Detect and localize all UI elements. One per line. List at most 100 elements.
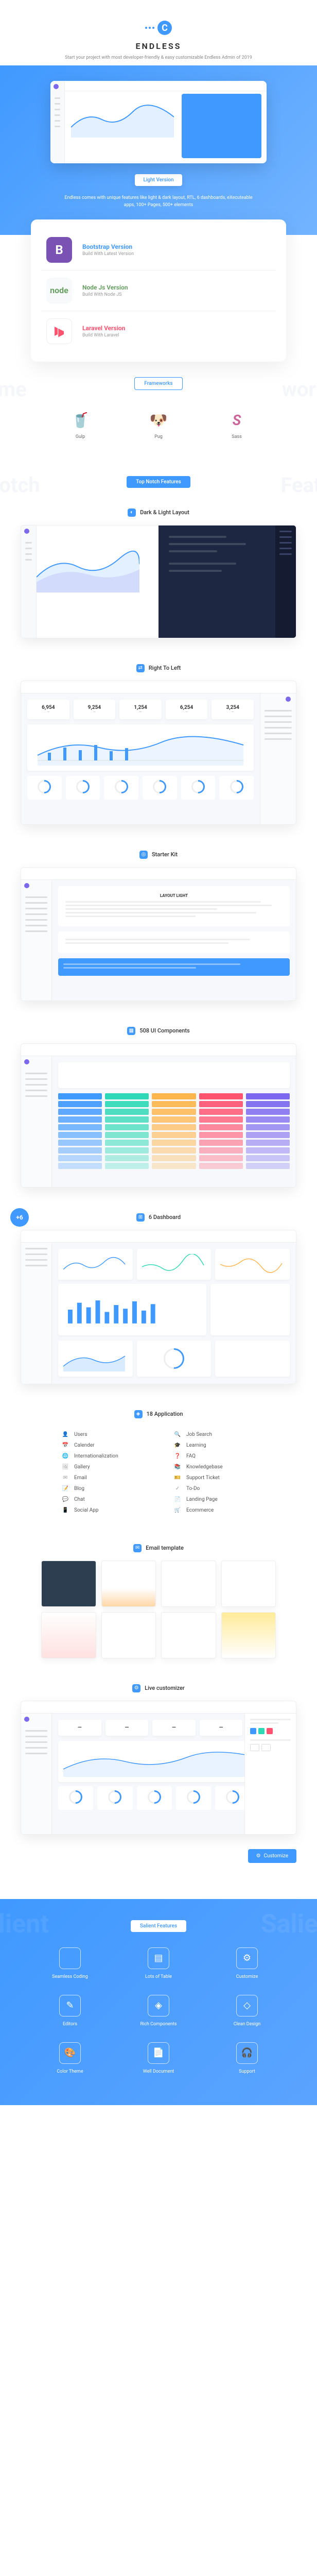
app-item-label: Social App [74,1507,98,1513]
frameworks-row: 🥤 Gulp 🐶 Pug S Sass [0,400,317,460]
logo: C [145,21,172,35]
rtl-screenshot: 6,954— 9,254— 1,254— 6,254— 3,254— [21,681,296,825]
app-item-icon: 🔍 [174,1432,181,1437]
layout-icon: ◐ [128,509,136,517]
node-title: Node Js Version [82,284,128,291]
pug-label: Pug [149,434,168,439]
app-item-label: Ecommerce [186,1507,214,1513]
email-template-2[interactable] [101,1561,156,1607]
top-notch-badge: Top Notch Features [127,476,190,488]
salient-section: alient Salien Salient Features Seamless … [0,1899,317,2105]
salient-label: Seamless Coding [31,1974,109,1979]
email-template-1[interactable] [41,1561,96,1607]
app-item-label: Job Search [186,1432,212,1437]
app-item[interactable]: ❓FAQ [174,1453,255,1459]
bootstrap-icon: B [46,237,72,263]
starter-screenshot: LAYOUT LIGHT [21,867,296,1001]
app-item-icon: 💬 [62,1497,69,1502]
stat-3: 1,254 [125,705,156,710]
customizer-screenshot: — — — — — [21,1701,296,1835]
hero-subtitle: Start your project with most developer-f… [61,55,256,60]
hero-section: C ENDLESS Start your project with most d… [0,0,317,71]
email-template-7[interactable] [161,1612,216,1658]
salient-item: 📄 Well Document [119,2042,198,2074]
version-cards: B Bootstrap Version Build With Latest Ve… [31,219,286,362]
sass-icon: S [227,411,246,430]
salient-label: Clean Design [208,2022,286,2027]
email-feature: ✉ Email template [0,1534,317,1674]
app-item[interactable]: 🎫 Support Ticket [174,1475,255,1481]
stat-4: 6,254 [171,705,203,710]
salient-icon: 📄 [148,2042,169,2064]
dashboard-title: 6 Dashboard [149,1214,181,1221]
node-version-row[interactable]: node Node Js Version Build With Node JS [41,270,276,311]
customizer-icon: ⚙ [132,1684,140,1692]
app-item-icon: 📄 [174,1497,181,1502]
app-item[interactable]: 💬Chat [62,1497,143,1502]
app-item-label: Calender [74,1443,95,1448]
app-item-icon: 🛒 [174,1507,181,1513]
app-item-label: Support Ticket [186,1475,220,1481]
app-item-icon: 📅 [62,1443,69,1448]
email-templates-grid [21,1561,296,1658]
salient-label: Lots of Table [119,1974,198,1979]
app-item[interactable]: 🔍 Job Search [174,1432,255,1437]
app-item-icon: 🖼 [62,1464,69,1470]
components-feature: ▦ 508 UI Components [0,1016,317,1203]
sass-label: Sass [227,434,246,439]
email-title: Email template [146,1545,184,1551]
app-item[interactable]: 🛒 Ecommerce [174,1507,255,1513]
customize-button[interactable]: ⚙ Customize [248,1849,296,1863]
app-item[interactable]: ✉Email [62,1475,143,1481]
hero-title: ENDLESS [10,41,307,51]
rtl-icon: ⇄ [136,664,145,672]
app-item[interactable]: 📝Blog [62,1486,143,1492]
app-item[interactable]: 🖼Gallery [62,1464,143,1470]
salient-item: ✎Editors [31,1995,109,2027]
blue-hero-section: Light Version Endless comes with unique … [0,65,317,235]
email-template-3[interactable] [161,1561,216,1607]
app-item-icon: 🌐 [62,1453,69,1459]
email-template-6[interactable] [101,1612,156,1658]
salient-label: Support [208,2069,286,2074]
dark-light-title: Dark & Light Layout [140,509,189,516]
bootstrap-version-row[interactable]: B Bootstrap Version Build With Latest Ve… [41,230,276,270]
starter-icon: ◎ [139,851,148,859]
salient-item: ◈Rich Components [119,1995,198,2027]
salient-item: ▤Lots of Table [119,1947,198,1979]
app-item-label: Knowledgebase [186,1464,223,1470]
pug-icon: 🐶 [149,411,168,430]
app-item[interactable]: 📅 Calender [62,1443,143,1448]
email-icon: ✉ [133,1544,142,1552]
stat-2: 9,254 [79,705,111,710]
app-item-label: Users [74,1432,87,1437]
laravel-version-row[interactable]: Laravel Version Build With Laravel [41,311,276,351]
dashboard-feature: +6 ⊞ 6 Dashboard [0,1203,317,1400]
app-item-icon: ✓ [174,1486,181,1492]
gulp-item: 🥤 Gulp [71,411,90,439]
salient-grid: Seamless Coding▤Lots of Table⚙Customize✎… [10,1947,307,2074]
laravel-title: Laravel Version [82,325,125,332]
app-item[interactable]: ✓To-Do [174,1486,255,1492]
sass-item: S Sass [227,411,246,439]
starter-feature: ◎ Starter Kit LAYOUT LIGHT [0,840,317,1016]
app-item[interactable]: 📚Knowledgebase [174,1464,255,1470]
app-item[interactable]: 👤Users [62,1432,143,1437]
email-template-8[interactable] [221,1612,276,1658]
app-item[interactable]: 🎓Learning [174,1443,255,1448]
salient-label: Well Document [119,2069,198,2074]
email-template-5[interactable] [41,1612,96,1658]
app-item-icon: 🎫 [174,1475,181,1481]
light-version-badge[interactable]: Light Version [135,174,182,186]
salient-item: ◇Clean Design [208,1995,286,2027]
customizer-feature: ⚙ Live customizer — — — — — [0,1674,317,1878]
dashboard-count-badge: +6 [10,1208,29,1227]
dark-light-feature: ◐ Dark & Light Layout [0,498,317,654]
components-title: 508 UI Components [139,1027,189,1034]
email-template-4[interactable] [221,1561,276,1607]
app-item[interactable]: 📱Social App [62,1507,143,1513]
pug-item: 🐶 Pug [149,411,168,439]
app-item-label: Learning [186,1443,206,1448]
app-item[interactable]: 📄Landing Page [174,1497,255,1502]
app-item[interactable]: 🌐Internationalization [62,1453,143,1459]
